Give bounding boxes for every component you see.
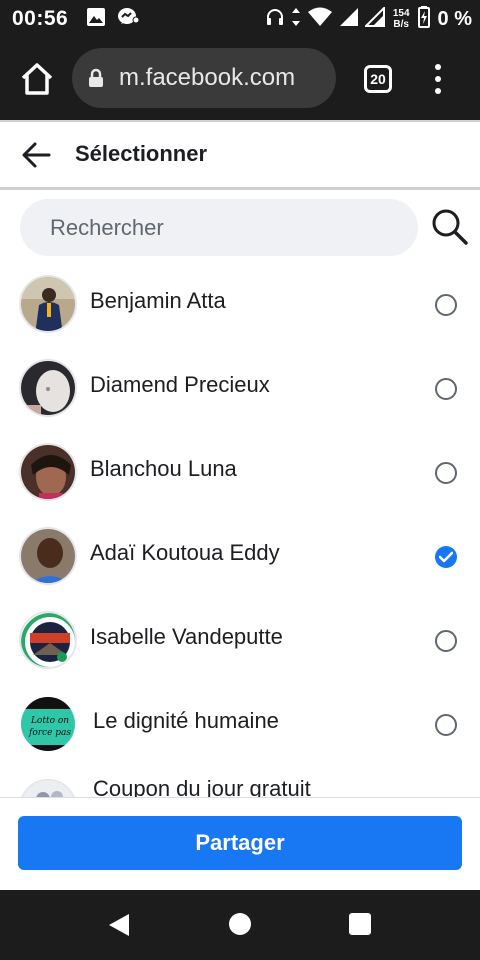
search-icon[interactable] [430,207,470,247]
signal-icon [363,5,385,32]
contact-name: Coupon du jour gratuit [93,776,311,798]
contact-name: Le dignité humaine [93,708,279,733]
avatar [19,527,77,585]
avatar-text-line2: force pas [28,728,71,738]
search-input[interactable] [20,199,418,256]
list-item[interactable]: Diamend Precieux [0,346,480,430]
more-menu-icon[interactable] [428,64,448,94]
tabs-icon[interactable]: 20 [364,65,392,93]
list-item[interactable]: Coupon du jour gratuit [0,766,480,798]
headphones-icon [265,7,285,32]
contact-name: Benjamin Atta [90,288,226,313]
contact-name: Isabelle Vandeputte [90,624,283,649]
arrow-left-icon[interactable] [20,141,52,169]
contact-name: Blanchou Luna [90,456,237,481]
nav-recents-icon[interactable] [349,913,371,935]
lock-icon [88,68,104,93]
signal-icon [339,7,359,32]
select-radio-checked[interactable] [435,546,457,568]
data-arrows-icon [291,7,301,32]
image-icon [86,7,106,32]
avatar [19,275,77,333]
page-title: Sélectionner [75,141,208,166]
select-radio[interactable] [435,630,457,652]
select-radio[interactable] [435,378,457,400]
messenger-notification-icon [116,6,140,33]
checkmark-icon [439,551,453,563]
avatar [19,611,77,669]
avatar: Lotto on force pas [19,695,77,753]
contact-name: Diamend Precieux [90,372,270,397]
avatar [19,443,77,501]
tab-count: 20 [370,71,386,87]
battery-charging-icon [417,5,430,33]
contact-name: Adaï Koutoua Eddy [90,540,280,565]
nav-home-icon[interactable] [229,913,251,935]
share-button[interactable]: Partager [18,816,462,870]
avatar [19,779,77,798]
battery-percentage: 0 % [437,7,472,30]
avatar [19,359,77,417]
avatar-text-line1: Lotto on [30,716,69,726]
browser-toolbar: m.facebook.com 20 [0,38,480,120]
wifi-icon [307,7,333,32]
list-item[interactable]: Adaï Koutoua Eddy [0,514,480,598]
contact-list[interactable]: Benjamin Atta Diamend Precieux Blanchou … [0,262,480,798]
page-header: Sélectionner [0,122,480,188]
status-bar: 00:56 154 B/s 0 % [0,0,480,38]
header-divider [0,187,480,190]
list-item[interactable]: Lotto on force pas Le dignité humaine [0,682,480,766]
list-item[interactable]: Blanchou Luna [0,430,480,514]
status-time: 00:56 [12,7,69,30]
select-radio[interactable] [435,294,457,316]
select-radio[interactable] [435,714,457,736]
phone-screen: 00:56 154 B/s 0 % m.facebook.com 20 Séle… [0,0,480,960]
select-radio[interactable] [435,462,457,484]
home-icon[interactable] [18,60,56,98]
list-item[interactable]: Benjamin Atta [0,262,480,346]
footer: Partager [0,798,480,890]
nav-back-icon[interactable] [108,913,130,942]
url-text: m.facebook.com [119,64,296,91]
network-speed: 154 B/s [392,8,410,30]
navigation-bar [0,890,480,960]
address-bar[interactable]: m.facebook.com [72,48,336,108]
list-item[interactable]: Isabelle Vandeputte [0,598,480,682]
